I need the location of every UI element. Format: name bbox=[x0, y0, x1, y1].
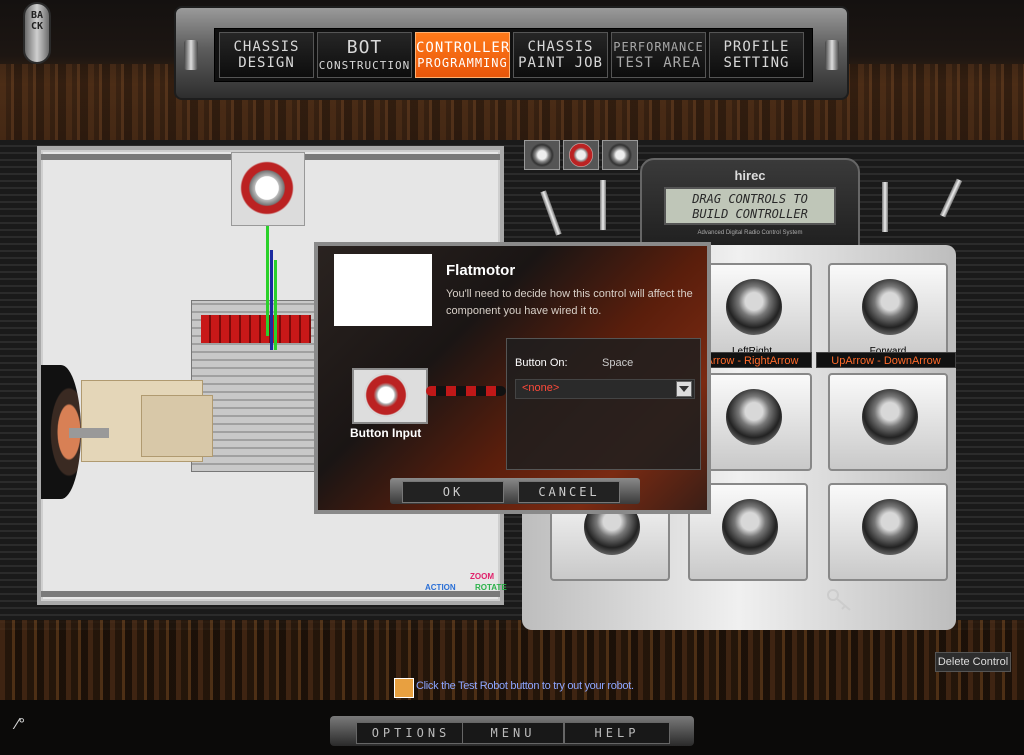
tab-profile-setting[interactable]: PROFILE SETTING bbox=[709, 32, 804, 78]
tab-label-line2: SETTING bbox=[723, 55, 790, 71]
top-nav: CHASSIS DESIGN BOT CONSTRUCTION CONTROLL… bbox=[174, 6, 849, 100]
palette-joystick[interactable] bbox=[524, 140, 560, 170]
control-config-dialog: Flatmotor You'll need to decide how this… bbox=[314, 242, 711, 514]
tab-chassis-paint-job[interactable]: CHASSIS PAINT JOB bbox=[513, 32, 608, 78]
mapping-label-forward: UpArrow - DownArrow bbox=[816, 352, 956, 368]
key-icon[interactable] bbox=[826, 588, 854, 614]
help-button[interactable]: HELP bbox=[564, 722, 670, 744]
component-preview bbox=[334, 254, 432, 326]
wire bbox=[274, 260, 277, 350]
nav-bolt-right bbox=[825, 40, 839, 70]
robot-block bbox=[141, 395, 213, 457]
cancel-button[interactable]: CANCEL bbox=[518, 481, 620, 503]
nav-tabs: CHASSIS DESIGN BOT CONSTRUCTION CONTROLL… bbox=[214, 28, 813, 82]
action-select-value: <none> bbox=[522, 382, 560, 394]
control-palette bbox=[522, 140, 638, 172]
robot-motor[interactable] bbox=[201, 315, 311, 343]
button-on-value: Space bbox=[602, 357, 634, 369]
tab-label-line1: PERFORMANCE bbox=[613, 39, 704, 54]
legend-zoom: ZOOM bbox=[470, 572, 494, 581]
legend-action: ACTION bbox=[425, 583, 456, 592]
tab-label-line2: DESIGN bbox=[238, 55, 295, 71]
tip-icon bbox=[394, 678, 414, 698]
empty-slot-icon bbox=[862, 499, 918, 555]
empty-slot-icon bbox=[726, 389, 782, 445]
wire bbox=[270, 250, 273, 350]
joystick-icon bbox=[726, 279, 782, 335]
binding-panel: Button On: Space <none> bbox=[506, 338, 701, 470]
delete-control-button[interactable]: Delete Control bbox=[935, 652, 1011, 672]
tab-controller-programming[interactable]: CONTROLLER PROGRAMMING bbox=[415, 32, 510, 78]
bottom-menu-bar: OPTIONS MENU HELP bbox=[330, 716, 694, 746]
palette-dial[interactable] bbox=[602, 140, 638, 170]
radio-brand: hirec bbox=[734, 168, 766, 183]
tab-label-line2: TEST AREA bbox=[616, 54, 701, 71]
dialog-button-bar: OK CANCEL bbox=[390, 478, 640, 504]
settings-icon[interactable]: ⁄° bbox=[16, 716, 25, 734]
dial-icon bbox=[608, 143, 632, 167]
tab-label-line2: PAINT JOB bbox=[518, 55, 603, 71]
control-slot-empty[interactable] bbox=[828, 483, 948, 581]
tab-label-line1: PROFILE bbox=[723, 39, 790, 55]
robot-axle bbox=[69, 428, 109, 438]
dialog-title: Flatmotor bbox=[446, 262, 516, 279]
control-slot-forward[interactable]: Forward bbox=[828, 263, 948, 361]
button-input-label: Button Input bbox=[350, 426, 422, 440]
menu-button[interactable]: MENU bbox=[462, 722, 564, 744]
tab-label-line1: CONTROLLER bbox=[416, 39, 511, 56]
dialog-description: You'll need to decide how this control w… bbox=[446, 288, 693, 317]
wire bbox=[266, 226, 269, 336]
nav-bolt-left bbox=[184, 40, 198, 70]
switch-toggle bbox=[882, 182, 888, 232]
legend-rotate: ROTATE bbox=[475, 583, 507, 592]
empty-slot-icon bbox=[862, 389, 918, 445]
button-input-icon bbox=[352, 368, 428, 424]
button-icon bbox=[240, 161, 294, 215]
joystick-icon bbox=[862, 279, 918, 335]
tab-bot-construction[interactable]: BOT CONSTRUCTION bbox=[317, 32, 412, 78]
tab-label-line1: CHASSIS bbox=[527, 39, 594, 55]
ok-button[interactable]: OK bbox=[402, 481, 504, 503]
options-button[interactable]: OPTIONS bbox=[356, 722, 466, 744]
lcd-line1: DRAG CONTROLS TO bbox=[692, 192, 808, 206]
hint-text: Click the Test Robot button to try out y… bbox=[416, 680, 634, 692]
lcd-line2: BUILD CONTROLLER bbox=[692, 207, 808, 221]
tab-performance-test-area[interactable]: PERFORMANCE TEST AREA bbox=[611, 32, 706, 78]
tab-label-line1: CHASSIS bbox=[233, 39, 300, 55]
button-icon bbox=[364, 373, 408, 417]
palette-button[interactable] bbox=[563, 140, 599, 170]
lcd-subtitle: Advanced Digital Radio Control System bbox=[697, 230, 803, 236]
dropdown-arrow-icon[interactable] bbox=[676, 381, 692, 397]
wire-cable bbox=[426, 386, 506, 396]
tab-label-line2: CONSTRUCTION bbox=[318, 58, 411, 72]
radio-lcd: DRAG CONTROLS TO BUILD CONTROLLER bbox=[664, 187, 836, 225]
control-slot-empty[interactable] bbox=[828, 373, 948, 471]
button-icon bbox=[569, 143, 593, 167]
action-select[interactable]: <none> bbox=[515, 379, 695, 399]
joystick-icon bbox=[530, 143, 554, 167]
back-button[interactable]: BACK bbox=[23, 2, 51, 64]
empty-slot-icon bbox=[722, 499, 778, 555]
button-control-widget[interactable] bbox=[231, 152, 305, 226]
tab-chassis-design[interactable]: CHASSIS DESIGN bbox=[219, 32, 314, 78]
tab-label-line2: PROGRAMMING bbox=[417, 55, 508, 70]
button-on-label: Button On: bbox=[515, 357, 568, 369]
back-button-label: BACK bbox=[30, 10, 44, 32]
tab-label-line1: BOT bbox=[346, 36, 383, 58]
switch-toggle bbox=[600, 180, 606, 230]
